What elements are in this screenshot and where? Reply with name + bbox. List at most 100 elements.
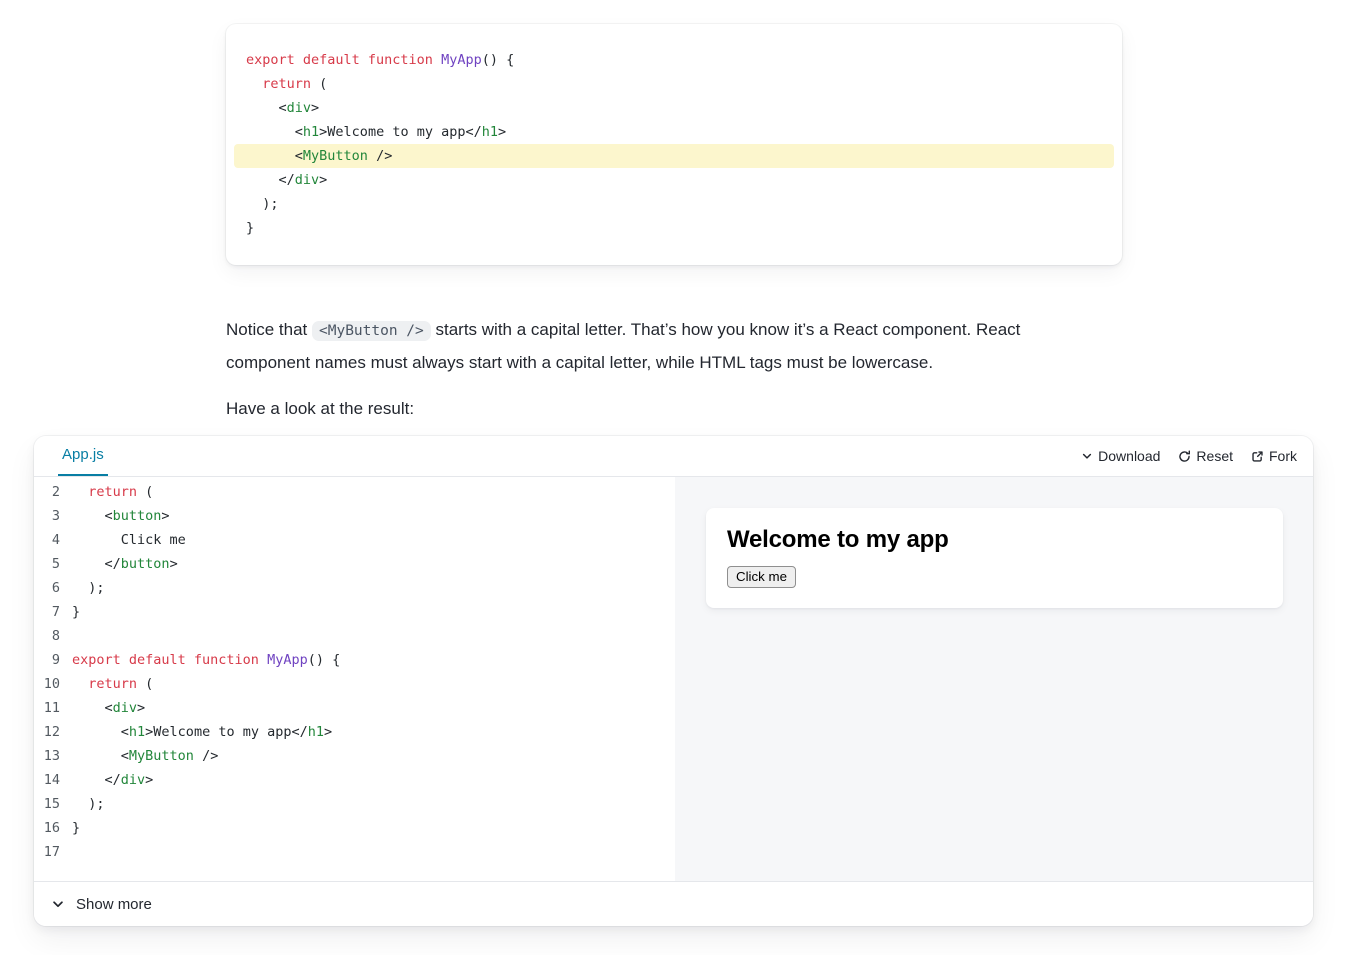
line-number: 15 — [34, 792, 60, 816]
snippet-line: ); — [226, 192, 1122, 216]
line-number: 8 — [34, 624, 60, 648]
download-button[interactable]: Download — [1081, 448, 1160, 464]
chevron-down-icon — [51, 897, 65, 911]
line-code: </div> — [72, 768, 153, 792]
code-token: h1 — [129, 724, 145, 740]
snippet-line: </div> — [226, 168, 1122, 192]
code-token: h1 — [303, 124, 319, 140]
code-token: () { — [308, 652, 341, 668]
code-token: h1 — [308, 724, 324, 740]
code-token — [72, 676, 88, 692]
code-token: MyApp — [267, 652, 308, 668]
line-number: 17 — [34, 840, 60, 864]
code-line: 12 <h1>Welcome to my app</h1> — [34, 720, 675, 744]
code-token: > — [170, 556, 178, 572]
code-token: > — [137, 700, 145, 716]
code-line: 14 </div> — [34, 768, 675, 792]
code-token: MyApp — [441, 52, 482, 68]
reset-button[interactable]: Reset — [1178, 448, 1233, 464]
code-line: 3 <button> — [34, 504, 675, 528]
line-code: } — [72, 816, 80, 840]
code-token: return — [262, 76, 311, 92]
code-token: div — [121, 772, 145, 788]
code-token: /> — [368, 148, 392, 164]
code-line: 2 return ( — [34, 480, 675, 504]
snippet-line: export default function MyApp() { — [226, 48, 1122, 72]
line-code: <div> — [72, 696, 145, 720]
code-line: 17 — [34, 840, 675, 864]
code-token: ); — [246, 196, 279, 212]
line-number: 14 — [34, 768, 60, 792]
click-me-button[interactable]: Click me — [727, 566, 796, 588]
snippet-line: <div> — [226, 96, 1122, 120]
code-token: return — [88, 676, 137, 692]
code-token: ( — [137, 484, 153, 500]
code-line: 6 ); — [34, 576, 675, 600]
line-number: 7 — [34, 600, 60, 624]
code-token: < — [72, 508, 113, 524]
line-code: ); — [72, 792, 105, 816]
code-line: 5 </button> — [34, 552, 675, 576]
code-token: > — [319, 172, 327, 188]
show-more-button[interactable]: Show more — [34, 881, 1313, 926]
code-token: </ — [72, 556, 121, 572]
code-line: 15 ); — [34, 792, 675, 816]
code-token: > — [324, 724, 332, 740]
code-line: 10 return ( — [34, 672, 675, 696]
code-token — [246, 76, 262, 92]
sandbox: App.js DownloadResetFork 2 return (3 <bu… — [34, 436, 1313, 926]
preview-card: Welcome to my app Click me — [706, 508, 1283, 608]
code-token: > — [145, 772, 153, 788]
line-number: 3 — [34, 504, 60, 528]
code-line: 9 export default function MyApp() { — [34, 648, 675, 672]
sandbox-actions: Download Reset Fork — [1081, 436, 1297, 476]
line-code: <MyButton /> — [72, 744, 218, 768]
code-token: < — [246, 124, 303, 140]
chevron-down-icon — [1081, 450, 1093, 462]
code-token: ); — [72, 580, 105, 596]
line-code: } — [72, 600, 80, 624]
action-label: Download — [1098, 448, 1160, 464]
inline-code: <MyButton /> — [312, 321, 431, 341]
code-token: h1 — [482, 124, 498, 140]
code-token: </ — [72, 772, 121, 788]
action-label: Fork — [1269, 448, 1297, 464]
line-number: 9 — [34, 648, 60, 672]
code-token: > — [498, 124, 506, 140]
line-code: return ( — [72, 480, 153, 504]
code-snippet-card: export default function MyApp() { return… — [226, 24, 1122, 265]
fork-button[interactable]: Fork — [1251, 448, 1297, 464]
snippet-line: <h1>Welcome to my app</h1> — [226, 120, 1122, 144]
line-number: 6 — [34, 576, 60, 600]
line-number: 4 — [34, 528, 60, 552]
code-line: 7} — [34, 600, 675, 624]
snippet-code: export default function MyApp() { return… — [226, 48, 1122, 240]
action-label: Reset — [1196, 448, 1233, 464]
tab-appjs[interactable]: App.js — [58, 436, 108, 476]
code-line: 4 Click me — [34, 528, 675, 552]
line-number: 2 — [34, 480, 60, 504]
code-token: } — [72, 820, 80, 836]
line-code: <button> — [72, 504, 170, 528]
line-code: <h1>Welcome to my app</h1> — [72, 720, 332, 744]
code-token: ( — [311, 76, 327, 92]
code-token: } — [246, 220, 254, 236]
line-number: 5 — [34, 552, 60, 576]
snippet-line: } — [226, 216, 1122, 240]
code-editor[interactable]: 2 return (3 <button>4 Click me5 </button… — [34, 477, 675, 881]
code-token: < — [246, 100, 287, 116]
sandbox-header: App.js Download Reset Fork — [34, 436, 1313, 477]
code-token: /> — [194, 748, 218, 764]
line-code: export default function MyApp() { — [72, 648, 340, 672]
code-token: ( — [137, 676, 153, 692]
code-token: </ — [246, 172, 295, 188]
code-token: < — [246, 148, 303, 164]
line-code: Click me — [72, 528, 186, 552]
line-number: 11 — [34, 696, 60, 720]
code-token: export default function — [246, 52, 441, 68]
code-token: button — [113, 508, 162, 524]
line-number: 10 — [34, 672, 60, 696]
line-number: 12 — [34, 720, 60, 744]
line-code: </button> — [72, 552, 178, 576]
code-token: div — [295, 172, 319, 188]
